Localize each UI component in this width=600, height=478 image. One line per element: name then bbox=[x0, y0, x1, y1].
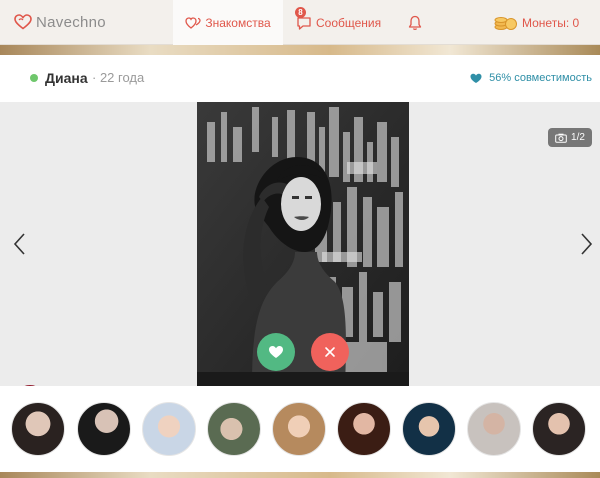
chevron-left-icon[interactable] bbox=[12, 232, 28, 256]
profile-photo[interactable] bbox=[197, 102, 409, 386]
nav-messages[interactable]: 8 Сообщения bbox=[295, 0, 382, 45]
photo-counter-text: 1/2 bbox=[571, 132, 585, 143]
nav-coins-label: Монеты: 0 bbox=[522, 15, 580, 30]
nav-dating[interactable]: Знакомства bbox=[173, 0, 283, 45]
thumb-3[interactable] bbox=[142, 402, 196, 456]
compatibility-text: 56% совместимость bbox=[489, 72, 592, 84]
profile-thumbnails bbox=[0, 386, 600, 472]
thumb-4[interactable] bbox=[207, 402, 261, 456]
profile-name[interactable]: Диана bbox=[45, 70, 88, 86]
skip-button[interactable] bbox=[311, 333, 349, 371]
logo[interactable]: Navechno bbox=[14, 14, 106, 31]
compatibility[interactable]: 56% совместимость bbox=[470, 72, 592, 84]
thumb-2[interactable] bbox=[77, 402, 131, 456]
heart-link-icon bbox=[470, 73, 482, 83]
nav-dating-label: Знакомства bbox=[205, 15, 271, 30]
thumb-5[interactable] bbox=[272, 402, 326, 456]
profile-card: Диана · 22 года 56% совместимость 1/2 bbox=[0, 55, 600, 472]
coins-icon bbox=[494, 16, 517, 30]
thumb-8[interactable] bbox=[467, 402, 521, 456]
profile-photo-image bbox=[197, 102, 409, 386]
thumb-6[interactable] bbox=[337, 402, 391, 456]
logo-text: Navechno bbox=[36, 13, 106, 31]
online-status-indicator bbox=[30, 74, 38, 82]
heart-logo-icon bbox=[14, 14, 32, 30]
nav-coins[interactable]: Монеты: 0 bbox=[494, 0, 579, 45]
photo-counter: 1/2 bbox=[548, 128, 592, 147]
camera-icon bbox=[555, 133, 567, 143]
top-navigation-bar: Navechno Знакомства 8 Сообщения Монеты: … bbox=[0, 0, 600, 45]
heart-icon bbox=[269, 346, 283, 358]
messages-badge: 8 bbox=[295, 7, 306, 18]
nav-notifications[interactable] bbox=[408, 0, 426, 45]
profile-age: · 22 года bbox=[92, 70, 145, 85]
thumb-7[interactable] bbox=[402, 402, 456, 456]
photo-viewer: 1/2 bbox=[0, 102, 600, 417]
nav-messages-label: Сообщения bbox=[316, 15, 382, 30]
hearts-icon bbox=[185, 16, 202, 29]
profile-header: Диана · 22 года 56% совместимость bbox=[0, 55, 600, 102]
chevron-right-icon[interactable] bbox=[578, 232, 594, 256]
bell-icon bbox=[408, 15, 422, 30]
thumb-9[interactable] bbox=[532, 402, 586, 456]
like-button[interactable] bbox=[257, 333, 295, 371]
thumb-1[interactable] bbox=[11, 402, 65, 456]
close-icon bbox=[325, 347, 335, 357]
